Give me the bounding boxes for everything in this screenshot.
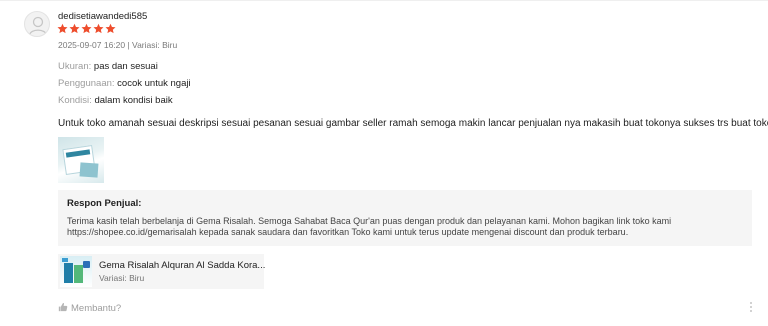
attribute-value: pas dan sesuai xyxy=(93,61,158,72)
top-divider xyxy=(0,0,768,1)
attribute-key: Penggunaan: xyxy=(58,78,115,89)
attribute-key: Kondisi: xyxy=(58,95,92,106)
review-meta: 2025-09-07 16:20 | Variasi: Biru xyxy=(58,40,178,50)
attribute-key: Ukuran: xyxy=(58,61,92,72)
star-icon xyxy=(105,23,116,34)
attribute-value: dalam kondisi baik xyxy=(94,95,173,106)
more-vertical-icon[interactable] xyxy=(748,302,754,314)
review-comment: Untuk toko amanah sesuai deskripsi sesua… xyxy=(58,116,768,130)
product-thumbnail xyxy=(60,256,92,287)
product-variation: Variasi: Biru xyxy=(99,273,145,283)
star-icon xyxy=(93,23,104,34)
thumbs-up-icon xyxy=(58,302,68,315)
avatar[interactable] xyxy=(24,11,50,37)
helpful-button[interactable]: Membantu? xyxy=(58,302,121,315)
attribute-kondisi: Kondisi: dalam kondisi baik xyxy=(58,95,173,106)
user-icon xyxy=(28,16,48,36)
review-comment-text: Untuk toko amanah sesuai deskripsi sesua… xyxy=(58,118,768,129)
seller-response-text: Terima kasih telah berbelanja di Gema Ri… xyxy=(67,216,672,237)
product-link-card[interactable]: Gema Risalah Alquran Al Sadda Kora... Va… xyxy=(58,254,266,289)
rating-stars xyxy=(57,23,116,34)
seller-response-title: Respon Penjual: xyxy=(67,198,142,209)
photo-content xyxy=(79,162,99,178)
attribute-value: cocok untuk ngaji xyxy=(117,78,191,89)
helpful-label: Membantu? xyxy=(71,303,122,314)
star-icon xyxy=(57,23,68,34)
product-name: Gema Risalah Alquran Al Sadda Kora... xyxy=(99,260,266,271)
attribute-ukuran: Ukuran: pas dan sesuai xyxy=(58,61,158,72)
seller-response: Respon Penjual: Terima kasih telah berbe… xyxy=(58,190,752,246)
review-username: dedisetiawandedi585 xyxy=(58,11,148,22)
attribute-penggunaan: Penggunaan: cocok untuk ngaji xyxy=(58,78,191,89)
review-photo-thumbnail[interactable] xyxy=(58,137,104,183)
star-icon xyxy=(69,23,80,34)
star-icon xyxy=(81,23,92,34)
